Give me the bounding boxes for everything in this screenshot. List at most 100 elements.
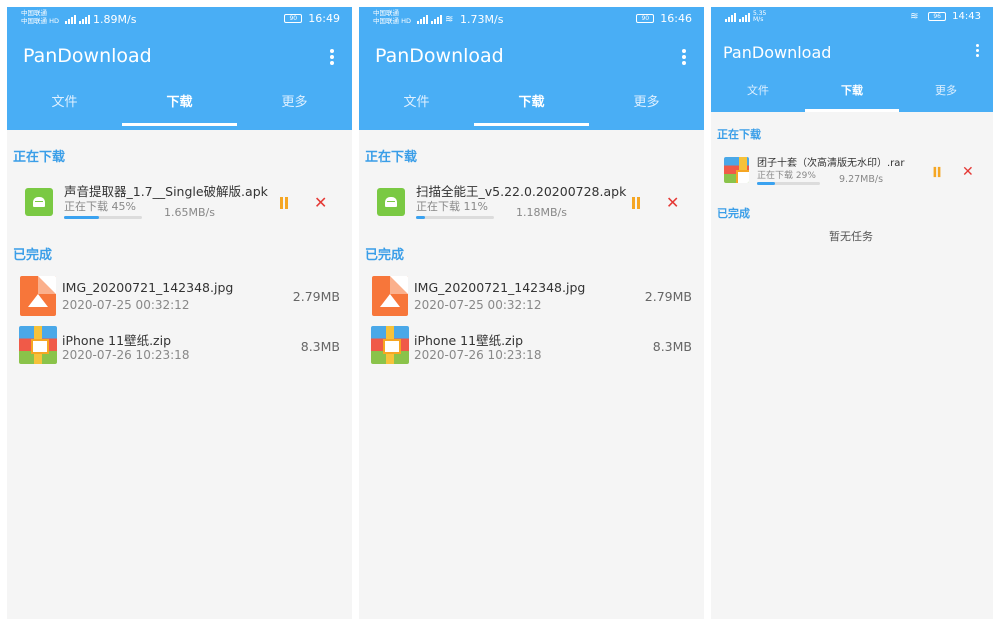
tab-downloads[interactable]: 下载 bbox=[805, 73, 899, 112]
completed-item[interactable]: iPhone 11壁纸.zip 2020-07-26 10:23:18 8.3M… bbox=[359, 323, 704, 371]
carrier-1: 中国联通 bbox=[373, 9, 399, 17]
completed-file-name: iPhone 11壁纸.zip bbox=[414, 333, 524, 348]
network-info: 1.89M/s bbox=[65, 13, 136, 26]
tab-bar: 文件 下载 更多 bbox=[359, 83, 704, 126]
status-bar: 中国联通 中国联通 HD 1.89M/s 90 16:49 bbox=[7, 7, 352, 31]
completed-section-title: 已完成 bbox=[13, 248, 53, 263]
completed-item[interactable]: iPhone 11壁纸.zip 2020-07-26 10:23:18 8.3M… bbox=[7, 323, 352, 371]
status-right: 90 16:49 bbox=[284, 12, 340, 25]
phone-screen-3: 5.35 M/s ≋ 96 14:43 PanDownload 文件 下载 更多… bbox=[711, 7, 993, 619]
signal-icon bbox=[417, 15, 428, 24]
signal-icon bbox=[739, 12, 750, 22]
download-speed: 9.27MB/s bbox=[839, 174, 884, 185]
download-status: 正在下载 11% bbox=[416, 200, 488, 213]
completed-section-title: 已完成 bbox=[717, 207, 750, 220]
download-item[interactable]: 扫描全能王_v5.22.0.20200728.apk 正在下载 11% 1.18… bbox=[359, 173, 704, 233]
android-apk-icon bbox=[377, 188, 405, 216]
download-status: 正在下载 45% bbox=[64, 200, 136, 213]
completed-size: 8.3MB bbox=[300, 339, 340, 354]
app-bar: 中国联通 中国联通 HD 1.89M/s 90 16:49 PanDownloa… bbox=[7, 7, 352, 130]
carrier-2: 中国联通 HD bbox=[373, 17, 411, 25]
network-info: 5.35 M/s bbox=[725, 11, 767, 23]
signal-icon bbox=[79, 15, 90, 24]
download-item[interactable]: 团子十套（次高清版无水印）.rar 正在下载 29% 9.27MB/s ✕ bbox=[711, 149, 993, 195]
zip-file-icon bbox=[371, 326, 409, 364]
zip-file-icon bbox=[19, 326, 57, 364]
completed-section-title: 已完成 bbox=[365, 248, 405, 263]
cancel-icon[interactable]: ✕ bbox=[314, 195, 327, 211]
app-title: PanDownload bbox=[375, 45, 504, 67]
tab-more[interactable]: 更多 bbox=[899, 73, 993, 112]
carrier-2: 中国联通 HD bbox=[21, 17, 59, 25]
status-bar: 5.35 M/s ≋ 96 14:43 bbox=[711, 7, 993, 27]
completed-date: 2020-07-25 00:32:12 bbox=[62, 298, 190, 312]
tab-bar: 文件 下载 更多 bbox=[711, 73, 993, 112]
download-speed: 1.18MB/s bbox=[516, 206, 567, 219]
downloading-section-title: 正在下载 bbox=[13, 150, 66, 165]
battery-icon: 96 bbox=[928, 12, 947, 21]
pause-icon[interactable] bbox=[631, 197, 641, 209]
title-row: PanDownload bbox=[711, 27, 993, 73]
wifi-icon: ≋ bbox=[445, 14, 454, 25]
download-status: 正在下载 29% bbox=[757, 171, 816, 181]
download-progress-bar bbox=[64, 216, 142, 219]
completed-size: 2.79MB bbox=[644, 289, 692, 304]
tab-more[interactable]: 更多 bbox=[237, 83, 352, 126]
status-right: 90 16:46 bbox=[636, 12, 692, 25]
clock: 16:46 bbox=[660, 12, 692, 25]
network-info: ≋ 1.73M/s bbox=[417, 13, 503, 26]
cancel-icon[interactable]: ✕ bbox=[962, 165, 974, 179]
network-speed: 1.89M/s bbox=[93, 13, 137, 26]
completed-date: 2020-07-25 00:32:12 bbox=[414, 298, 542, 312]
app-bar: 中国联通 中国联通 HD ≋ 1.73M/s 90 16:46 PanDownl… bbox=[359, 7, 704, 130]
status-right: ≋ 96 14:43 bbox=[910, 11, 981, 22]
pause-icon[interactable] bbox=[279, 197, 289, 209]
phone-screen-2: 中国联通 中国联通 HD ≋ 1.73M/s 90 16:46 PanDownl… bbox=[359, 7, 704, 619]
battery-icon: 90 bbox=[284, 14, 303, 23]
tab-downloads[interactable]: 下载 bbox=[122, 83, 237, 126]
battery-icon: 90 bbox=[636, 14, 655, 23]
app-title: PanDownload bbox=[723, 43, 832, 62]
more-options-icon[interactable] bbox=[330, 49, 334, 65]
cancel-icon[interactable]: ✕ bbox=[666, 195, 679, 211]
signal-icon bbox=[65, 15, 76, 24]
image-file-icon bbox=[20, 276, 56, 316]
network-speed: 1.73M/s bbox=[460, 13, 504, 26]
carrier-info: 中国联通 中国联通 HD bbox=[21, 9, 59, 25]
wifi-icon: ≋ bbox=[910, 11, 919, 22]
download-progress-bar bbox=[757, 182, 820, 185]
tab-more[interactable]: 更多 bbox=[589, 83, 704, 126]
downloading-section-title: 正在下载 bbox=[365, 150, 418, 165]
phone-screen-1: 中国联通 中国联通 HD 1.89M/s 90 16:49 PanDownloa… bbox=[7, 7, 352, 619]
image-file-icon bbox=[372, 276, 408, 316]
completed-date: 2020-07-26 10:23:18 bbox=[62, 348, 190, 362]
completed-size: 2.79MB bbox=[292, 289, 340, 304]
android-apk-icon bbox=[25, 188, 53, 216]
clock: 14:43 bbox=[952, 11, 981, 22]
clock: 16:49 bbox=[308, 12, 340, 25]
tab-downloads[interactable]: 下载 bbox=[474, 83, 589, 126]
signal-icon bbox=[725, 12, 736, 22]
completed-date: 2020-07-26 10:23:18 bbox=[414, 348, 542, 362]
tab-bar: 文件 下载 更多 bbox=[7, 83, 352, 126]
tab-files[interactable]: 文件 bbox=[711, 73, 805, 112]
pause-icon[interactable] bbox=[933, 166, 942, 178]
more-options-icon[interactable] bbox=[682, 49, 686, 65]
download-item[interactable]: 声音提取器_1.7__Single破解版.apk 正在下载 45% 1.65MB… bbox=[7, 173, 352, 233]
download-progress-bar bbox=[416, 216, 494, 219]
download-speed: 1.65MB/s bbox=[164, 206, 215, 219]
completed-file-name: iPhone 11壁纸.zip bbox=[62, 333, 172, 348]
completed-item[interactable]: IMG_20200721_142348.jpg 2020-07-25 00:32… bbox=[359, 273, 704, 321]
completed-size: 8.3MB bbox=[652, 339, 692, 354]
app-title: PanDownload bbox=[23, 45, 152, 67]
app-bar: 5.35 M/s ≋ 96 14:43 PanDownload 文件 下载 更多 bbox=[711, 7, 993, 112]
title-row: PanDownload bbox=[7, 31, 352, 83]
tab-files[interactable]: 文件 bbox=[7, 83, 122, 126]
completed-file-name: IMG_20200721_142348.jpg bbox=[414, 280, 586, 295]
downloading-section-title: 正在下载 bbox=[717, 128, 761, 141]
more-options-icon[interactable] bbox=[976, 44, 979, 57]
completed-item[interactable]: IMG_20200721_142348.jpg 2020-07-25 00:32… bbox=[7, 273, 352, 321]
download-file-name: 团子十套（次高清版无水印）.rar bbox=[757, 158, 905, 169]
empty-state-text: 暂无任务 bbox=[829, 230, 873, 243]
tab-files[interactable]: 文件 bbox=[359, 83, 474, 126]
